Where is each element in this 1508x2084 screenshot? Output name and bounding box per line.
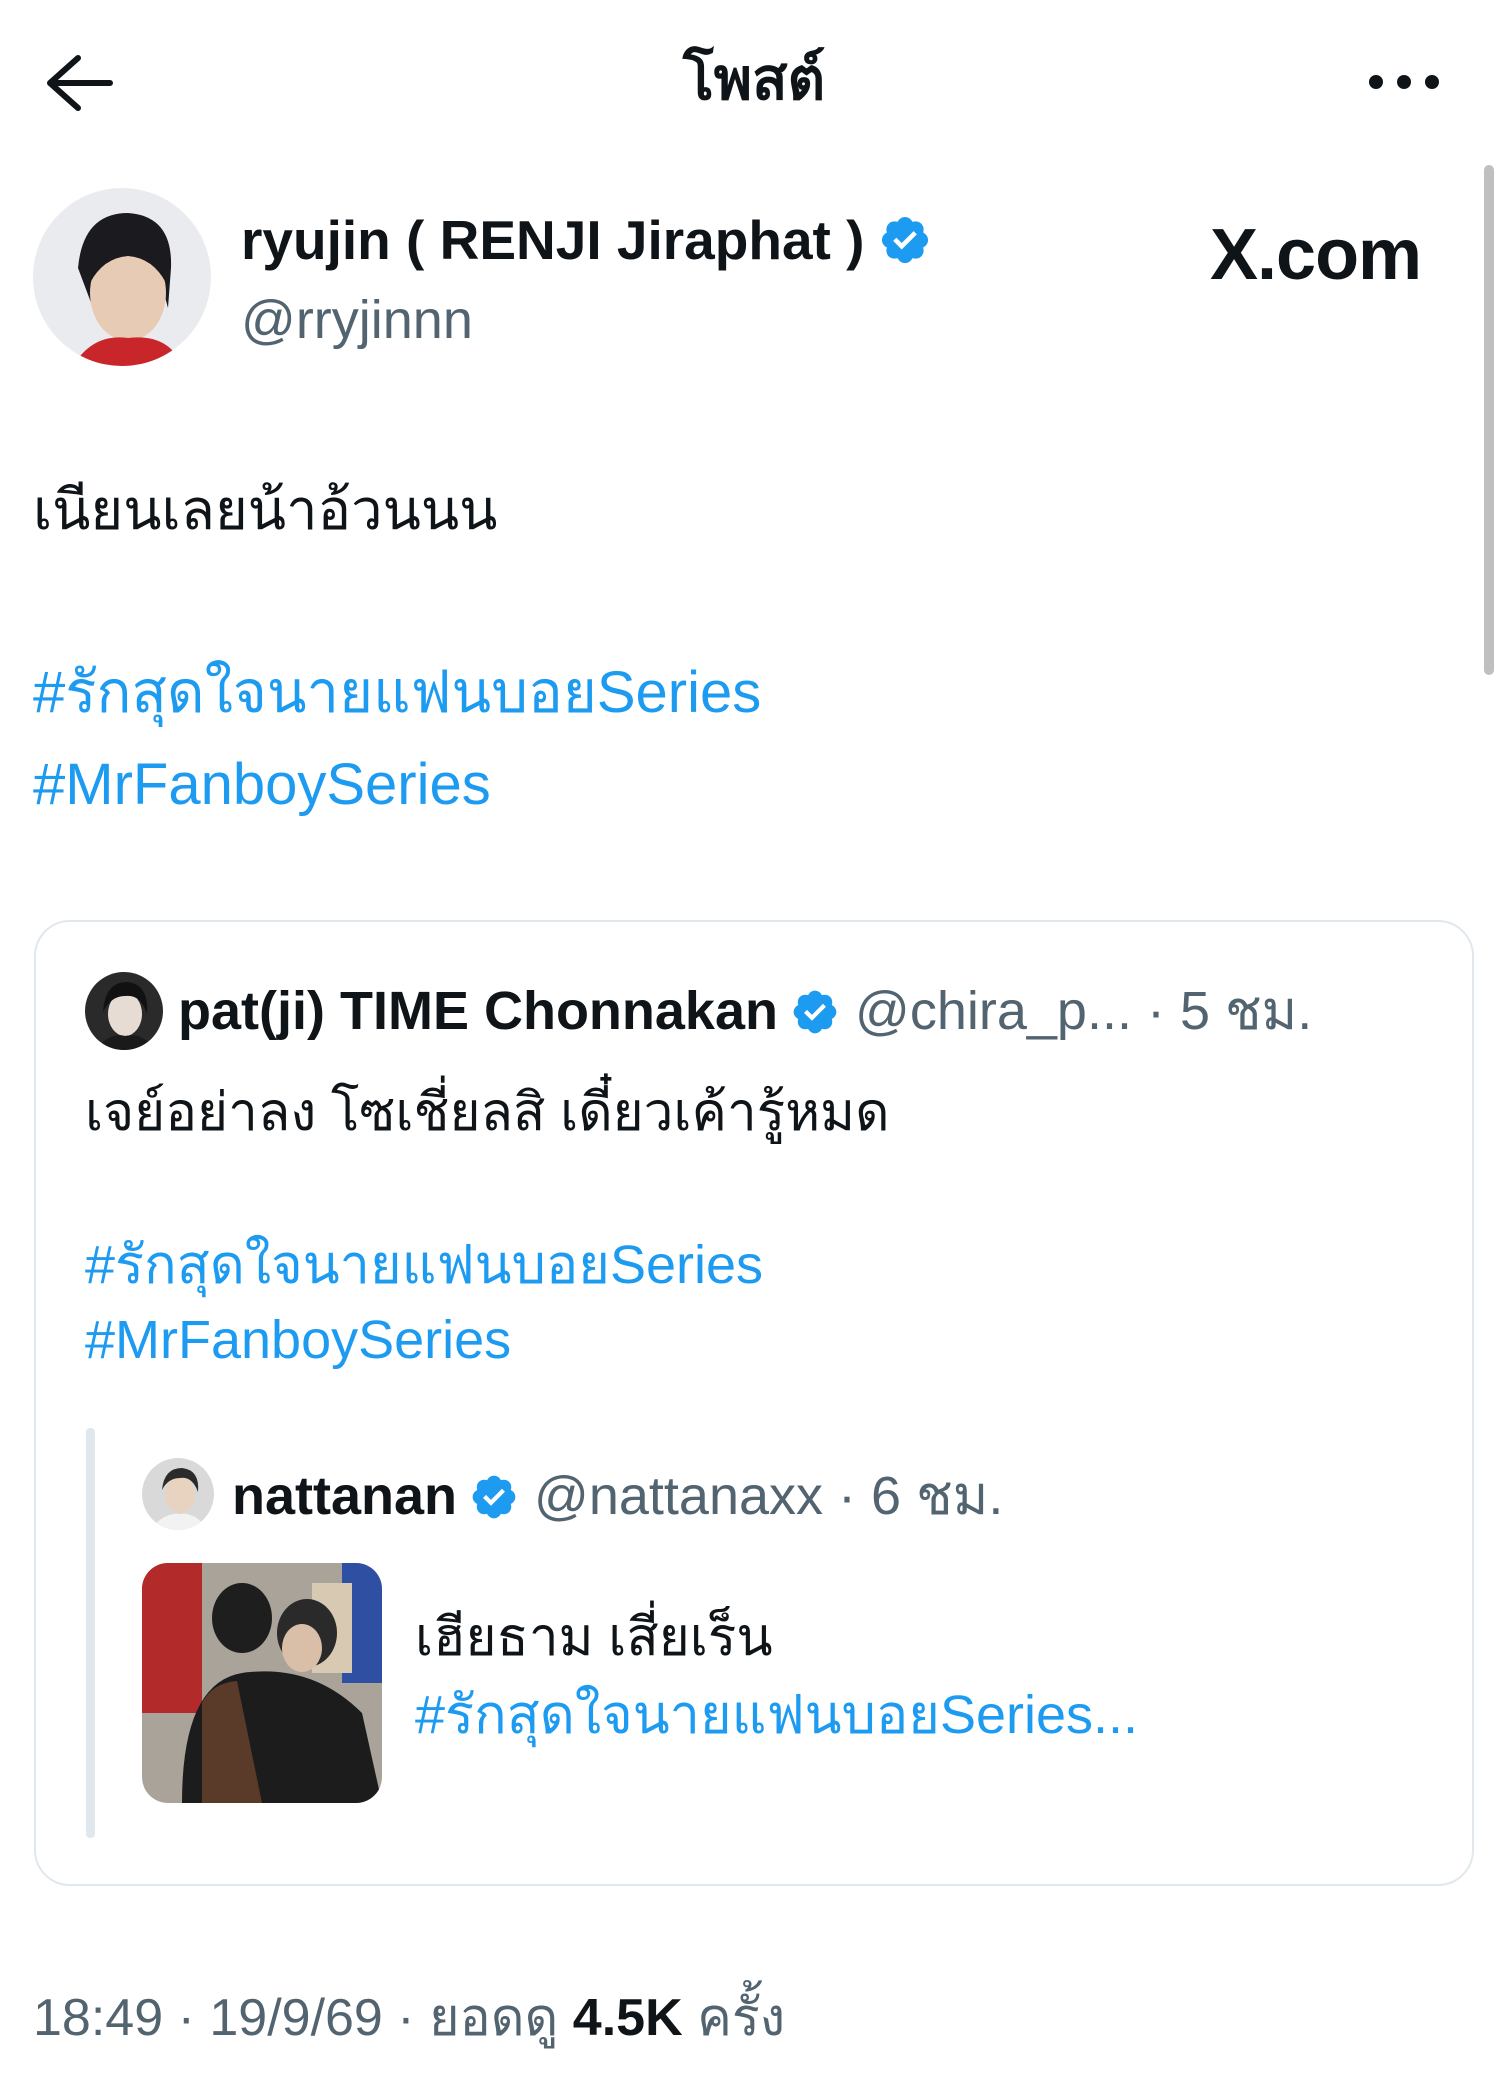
verified-badge-icon (793, 990, 837, 1034)
page-title: โพสต์ (682, 47, 826, 112)
hashtag-link[interactable]: #รักสุดใจนายแฟนบอยSeries (33, 648, 761, 738)
watermark: X.com (1210, 215, 1422, 295)
nested-header: nattanan @nattanaxx · 6 ชม. (232, 1460, 1003, 1532)
nested-handle[interactable]: @nattanaxx (534, 1466, 823, 1526)
more-horizontal-icon (1369, 75, 1439, 89)
hashtag-link[interactable]: #MrFanboySeries (33, 740, 491, 830)
quote-author-avatar[interactable] (85, 972, 163, 1050)
tweet-date: 19/9/69 (209, 1989, 383, 2047)
author-display-name[interactable]: ryujin ( RENJI Jiraphat ) (241, 205, 932, 275)
author-name-text: ryujin ( RENJI Jiraphat ) (241, 209, 865, 271)
nested-text: เฮียธาม เสี่ยเร็น (415, 1608, 773, 1667)
quote-header: pat(ji) TIME Chonnakan @chira_p... · 5 ช… (178, 975, 1312, 1047)
quote-handle[interactable]: @chira_p... (855, 981, 1132, 1041)
quote-text: เจย์อย่าลง โซเชี่ยลสิ เดี๋ยวเค้ารู้หมด (85, 1083, 890, 1142)
thread-line (86, 1428, 95, 1838)
nested-display-name[interactable]: nattanan (232, 1466, 457, 1526)
views-count[interactable]: 4.5K (573, 1989, 683, 2047)
nested-hashtag-link[interactable]: #รักสุดใจนายแฟนบอยSeries... (415, 1675, 1138, 1755)
nested-time: · 6 ชม. (838, 1466, 1004, 1526)
quote-time: · 5 ชม. (1146, 981, 1313, 1041)
more-options-button[interactable] (1362, 60, 1446, 104)
tweet-meta: 18:49 · 19/9/69 · ยอดดู 4.5K ครั้ง (33, 1989, 786, 2047)
views-label: ยอดดู (429, 1989, 559, 2047)
views-suffix: ครั้ง (697, 1989, 786, 2047)
verified-badge-icon (472, 1475, 516, 1519)
scrollbar[interactable] (1484, 165, 1494, 675)
quote-hashtag-link[interactable]: #MrFanboySeries (85, 1300, 511, 1380)
quote-display-name[interactable]: pat(ji) TIME Chonnakan (178, 981, 778, 1041)
author-handle[interactable]: @rryjinnn (241, 285, 473, 355)
verified-badge-icon (882, 216, 929, 264)
tweet-text: เนียนเลยน้าอ้วนนน (33, 478, 498, 541)
tweet-time: 18:49 (33, 1989, 164, 2047)
author-avatar[interactable] (33, 188, 211, 366)
nested-author-avatar[interactable] (142, 1458, 214, 1530)
nested-media-thumbnail[interactable] (142, 1563, 382, 1803)
quote-hashtag-link[interactable]: #รักสุดใจนายแฟนบอยSeries (85, 1225, 763, 1305)
